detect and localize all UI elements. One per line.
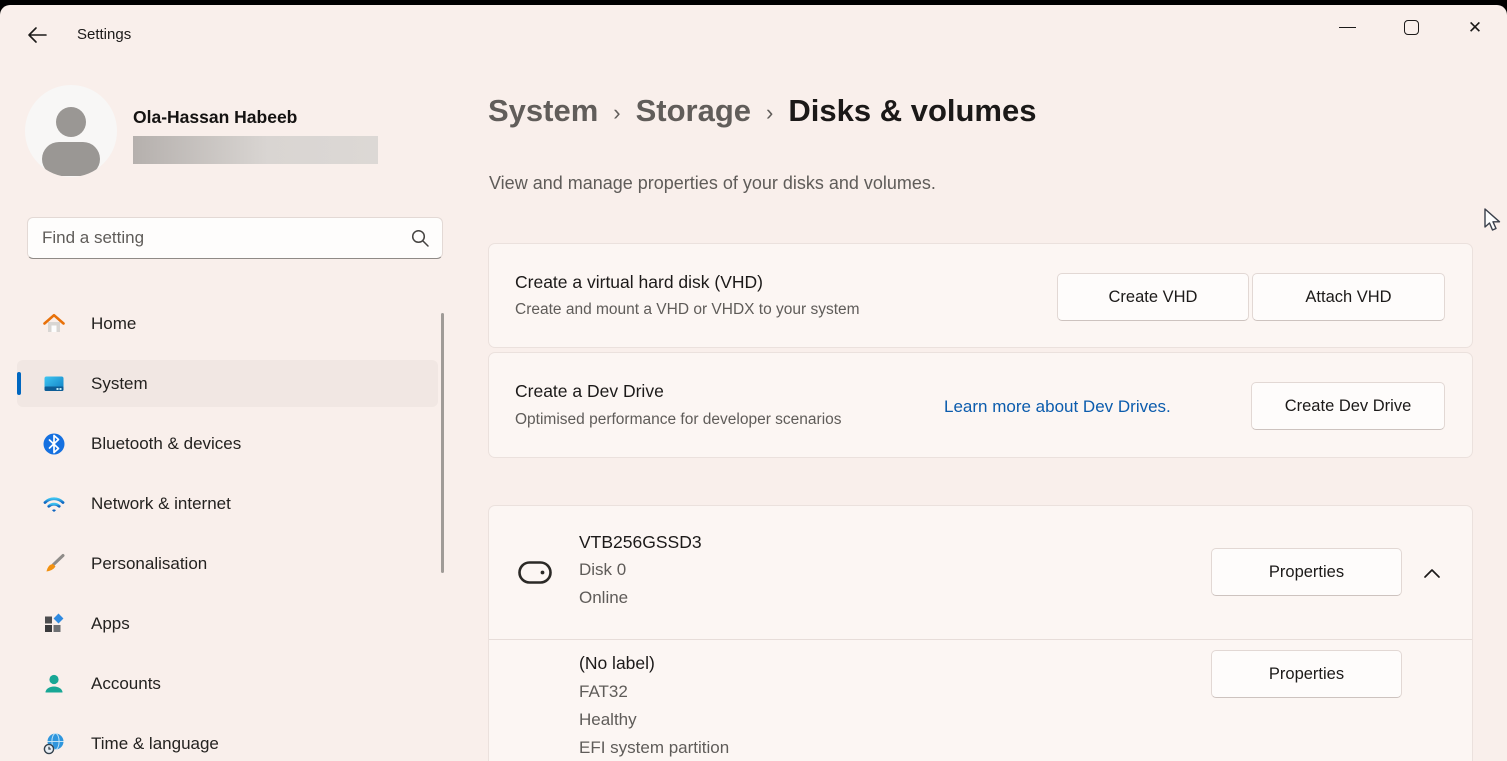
create-dev-drive-button[interactable]: Create Dev Drive (1251, 382, 1445, 430)
breadcrumb-separator-icon: › (613, 96, 620, 126)
close-icon: ✕ (1468, 19, 1482, 36)
vhd-card: Create a virtual hard disk (VHD) Create … (488, 243, 1473, 348)
sidebar-item-home[interactable]: Home (17, 300, 438, 347)
sidebar-nav: Home System Bluetooth & devices (17, 300, 438, 761)
sidebar-item-accounts[interactable]: Accounts (17, 660, 438, 707)
disk-properties-button[interactable]: Properties (1211, 548, 1402, 596)
sidebar-item-time-language[interactable]: Time & language (17, 720, 438, 761)
user-email-redacted (133, 136, 378, 164)
dev-drive-learn-more-link[interactable]: Learn more about Dev Drives. (944, 397, 1171, 417)
accounts-icon (42, 672, 66, 696)
breadcrumb-system[interactable]: System (488, 93, 598, 129)
breadcrumb-storage[interactable]: Storage (636, 93, 751, 129)
search-icon (410, 228, 430, 248)
minimize-button[interactable] (1315, 5, 1379, 49)
sidebar-scrollbar[interactable] (441, 313, 444, 573)
sidebar-item-personalisation[interactable]: Personalisation (17, 540, 438, 587)
titlebar: Settings ✕ (0, 5, 1507, 57)
home-icon (42, 312, 66, 336)
search-box (27, 217, 443, 259)
dev-drive-card-title: Create a Dev Drive (515, 381, 664, 402)
maximize-icon (1404, 20, 1419, 35)
back-arrow-icon (27, 26, 47, 44)
back-button[interactable] (18, 18, 56, 52)
close-button[interactable]: ✕ (1443, 5, 1507, 49)
sidebar-item-system[interactable]: System (17, 360, 438, 407)
avatar[interactable] (25, 85, 117, 177)
partition-properties-button[interactable]: Properties (1211, 650, 1402, 698)
partition-health: Healthy (579, 710, 637, 730)
chevron-up-icon (1423, 568, 1441, 579)
avatar-person-icon (56, 107, 86, 137)
sidebar-item-apps[interactable]: Apps (17, 600, 438, 647)
create-vhd-button[interactable]: Create VHD (1057, 273, 1249, 321)
dev-drive-card: Create a Dev Drive Optimised performance… (488, 352, 1473, 458)
collapse-toggle[interactable] (1417, 558, 1447, 588)
personalisation-icon (42, 552, 66, 576)
disk-name: VTB256GSSD3 (579, 532, 702, 553)
vhd-card-title: Create a virtual hard disk (VHD) (515, 272, 763, 293)
disk-icon (518, 561, 552, 584)
partition-label: (No label) (579, 653, 655, 674)
network-icon (42, 492, 66, 516)
attach-vhd-button[interactable]: Attach VHD (1252, 273, 1445, 321)
app-title: Settings (77, 26, 131, 43)
dev-drive-card-description: Optimised performance for developer scen… (515, 411, 842, 429)
breadcrumb: System › Storage › Disks & volumes (488, 93, 1036, 129)
disk-card[interactable]: VTB256GSSD3 Disk 0 Online Properties (No… (488, 505, 1473, 761)
disk-id: Disk 0 (579, 560, 626, 580)
user-name: Ola-Hassan Habeeb (133, 107, 297, 128)
page-subtitle: View and manage properties of your disks… (489, 173, 936, 194)
disk-status: Online (579, 588, 628, 608)
window-controls: ✕ (1315, 5, 1507, 51)
sidebar-item-network-internet[interactable]: Network & internet (17, 480, 438, 527)
settings-window: Settings ✕ Ola-Hassan Habeeb Home (0, 5, 1507, 761)
page-title: Disks & volumes (788, 93, 1036, 129)
sidebar-item-bluetooth-devices[interactable]: Bluetooth & devices (17, 420, 438, 467)
search-input[interactable] (42, 228, 410, 248)
partition-filesystem: FAT32 (579, 682, 628, 702)
mouse-cursor (1483, 208, 1505, 234)
minimize-icon (1339, 27, 1356, 28)
selection-accent-bar (17, 372, 21, 395)
apps-icon (42, 612, 66, 636)
vhd-card-description: Create and mount a VHD or VHDX to your s… (515, 301, 860, 319)
bluetooth-icon (42, 432, 66, 456)
time-language-icon (42, 732, 66, 756)
maximize-button[interactable] (1379, 5, 1443, 49)
divider (489, 639, 1472, 640)
partition-type: EFI system partition (579, 738, 729, 758)
breadcrumb-separator-icon: › (766, 96, 773, 126)
system-icon (42, 372, 66, 396)
